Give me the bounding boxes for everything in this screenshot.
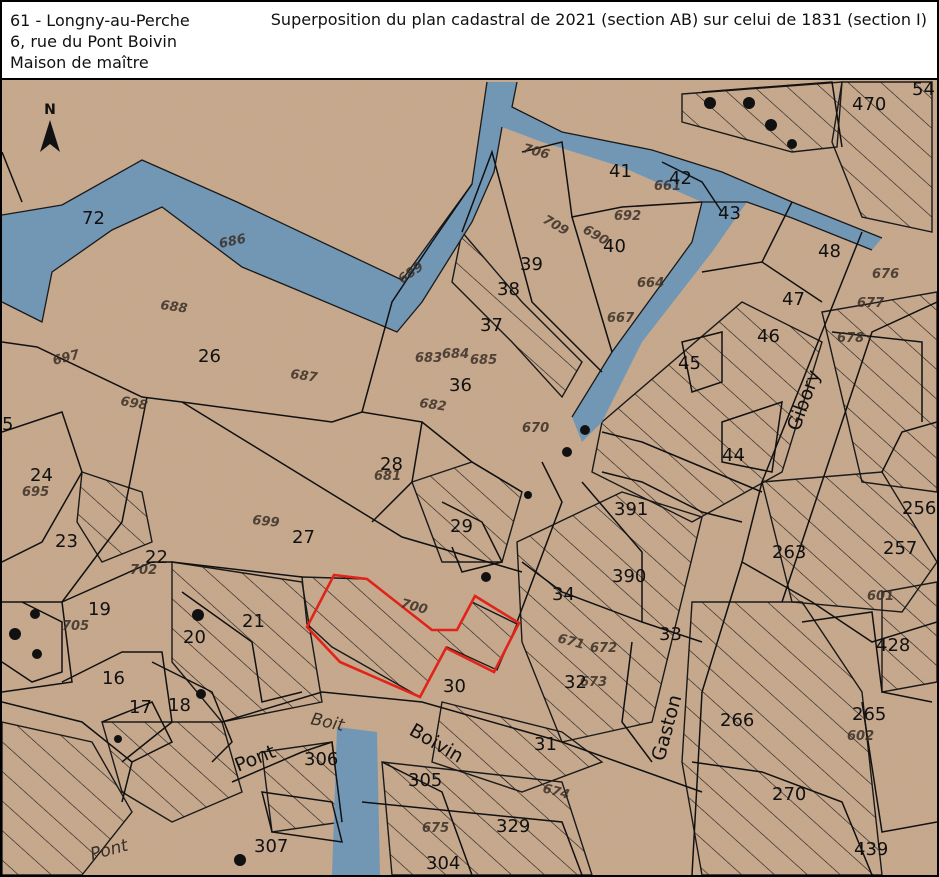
parcel-number: 42 bbox=[669, 168, 692, 189]
svg-text:677: 677 bbox=[857, 296, 885, 311]
parcel-number: 31 bbox=[534, 734, 557, 755]
svg-text:705: 705 bbox=[62, 619, 89, 634]
svg-text:692: 692 bbox=[614, 209, 641, 224]
svg-text:684: 684 bbox=[442, 347, 469, 362]
parcel-number: 390 bbox=[612, 566, 646, 587]
parcel-number: 34 bbox=[552, 584, 575, 605]
parcel-number: 40 bbox=[603, 236, 626, 257]
parcel-number: 306 bbox=[304, 749, 338, 770]
parcel-number: 44 bbox=[722, 445, 745, 466]
parcel-number: 257 bbox=[883, 538, 917, 559]
parcel-number: 266 bbox=[720, 710, 754, 731]
svg-text:670: 670 bbox=[522, 421, 549, 436]
parcel-number: 30 bbox=[443, 676, 466, 697]
parcel-number: 54 bbox=[912, 80, 935, 100]
parcel-number: 391 bbox=[614, 499, 648, 520]
map-svg: N 686 688 697 698 699 687 689 682 681 68… bbox=[2, 79, 937, 875]
parcel-number: 20 bbox=[183, 627, 206, 648]
parcel-number: 27 bbox=[292, 527, 315, 548]
svg-text:678: 678 bbox=[837, 331, 864, 346]
map-frame: 61 - Longny-au-Perche 6, rue du Pont Boi… bbox=[0, 0, 939, 877]
parcel-number: 72 bbox=[82, 208, 105, 229]
parcel-number: 43 bbox=[718, 203, 741, 224]
svg-text:699: 699 bbox=[252, 513, 281, 531]
parcel-number: 265 bbox=[852, 704, 886, 725]
svg-text:695: 695 bbox=[22, 485, 49, 500]
parcel-number: 37 bbox=[480, 315, 503, 336]
parcel-number: 38 bbox=[497, 279, 520, 300]
parcel-number: 329 bbox=[496, 816, 530, 837]
parcel-number: 256 bbox=[902, 498, 936, 519]
address-label: 6, rue du Pont Boivin bbox=[10, 32, 178, 51]
parcel-number: 428 bbox=[876, 635, 910, 656]
svg-text:685: 685 bbox=[470, 353, 497, 368]
location-block: 61 - Longny-au-Perche 6, rue du Pont Boi… bbox=[10, 10, 190, 73]
svg-text:672: 672 bbox=[590, 641, 617, 656]
building-label: Maison de maître bbox=[10, 53, 149, 72]
parcel-number: 305 bbox=[408, 770, 442, 791]
parcel-number: 307 bbox=[254, 836, 288, 857]
map-title: Superposition du plan cadastral de 2021 … bbox=[270, 10, 927, 29]
parcel-number: 16 bbox=[102, 668, 125, 689]
svg-text:664: 664 bbox=[637, 276, 664, 291]
parcel-number: 32 bbox=[564, 672, 587, 693]
header: 61 - Longny-au-Perche 6, rue du Pont Boi… bbox=[2, 2, 937, 80]
parcel-number: 304 bbox=[426, 853, 460, 874]
parcel-number: 17 bbox=[129, 697, 152, 718]
parcel-number: 33 bbox=[659, 624, 682, 645]
parcel-number: 21 bbox=[242, 611, 265, 632]
svg-text:675: 675 bbox=[422, 821, 449, 836]
svg-text:683: 683 bbox=[415, 351, 442, 366]
parcel-number: 48 bbox=[818, 241, 841, 262]
parcel-number: 470 bbox=[852, 94, 886, 115]
parcel-number: 270 bbox=[772, 784, 806, 805]
svg-text:601: 601 bbox=[867, 589, 894, 604]
cadastral-map[interactable]: N 686 688 697 698 699 687 689 682 681 68… bbox=[2, 79, 937, 875]
parcel-number: 28 bbox=[380, 454, 403, 475]
north-letter: N bbox=[44, 102, 56, 118]
parcel-number: 47 bbox=[782, 289, 805, 310]
svg-text:667: 667 bbox=[607, 311, 635, 326]
parcel-number: 22 bbox=[145, 547, 168, 568]
parcel-number: 23 bbox=[55, 531, 78, 552]
parcel-number: 26 bbox=[198, 346, 221, 367]
parcel-number: 439 bbox=[854, 839, 888, 860]
parcel-number: 46 bbox=[757, 326, 780, 347]
parcel-number: 18 bbox=[168, 695, 191, 716]
parcel-number: 5 bbox=[2, 414, 13, 435]
parcel-number: 41 bbox=[609, 161, 632, 182]
parcel-number: 24 bbox=[30, 465, 53, 486]
parcel-number: 36 bbox=[449, 375, 472, 396]
parcel-number: 45 bbox=[678, 353, 701, 374]
parcel-number: 19 bbox=[88, 599, 111, 620]
svg-text:676: 676 bbox=[872, 267, 899, 282]
parcel-number: 39 bbox=[520, 254, 543, 275]
svg-text:602: 602 bbox=[847, 729, 874, 744]
parcel-number: 29 bbox=[450, 516, 473, 537]
parcel-number: 263 bbox=[772, 542, 806, 563]
commune-label: 61 - Longny-au-Perche bbox=[10, 11, 190, 30]
